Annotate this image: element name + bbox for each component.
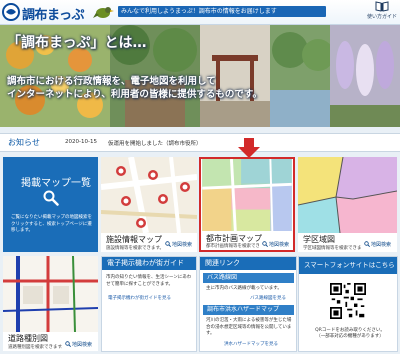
- bus-map-title[interactable]: バス路線図: [203, 273, 294, 283]
- signage-guide-text: 市内の知りたい情報を、生活シーンにあわせて簡単に探すことができます。: [106, 275, 192, 287]
- related-links-title: 関連リンク: [200, 257, 296, 270]
- book-icon: [375, 1, 389, 12]
- city-planning-map-search-button[interactable]: 地図検索: [258, 241, 292, 250]
- chofu-logo-icon[interactable]: [2, 3, 20, 21]
- facility-map-title: 施設情報マップ: [106, 235, 162, 244]
- road-classification-map-search-button[interactable]: 地図検索: [61, 341, 95, 350]
- facility-map-search-label: 地図検索: [171, 242, 192, 248]
- city-planning-map-thumbnail: [202, 159, 292, 231]
- school-district-map-thumbnail: [298, 157, 397, 233]
- school-district-map-search-button[interactable]: 地図検索: [360, 241, 394, 250]
- signage-guide-title[interactable]: 電子掲示機わが街ガイド: [102, 257, 196, 270]
- city-planning-map-tile[interactable]: 都市計画マップ 都市計画情報等を検索できます。: [199, 157, 295, 252]
- notice-label: お知らせ: [8, 138, 40, 147]
- bus-map-link[interactable]: バス路線図を見る: [250, 295, 286, 301]
- hazard-map-text: 河川の氾濫・大雨による被害等が生じた場合の浸水想定区域等の情報を公開しています。: [206, 318, 292, 336]
- school-district-map-tile[interactable]: 学区域図 学区域図情報等を検索できます。: [298, 157, 397, 252]
- bird-illustration: [93, 7, 114, 18]
- hazard-map-link[interactable]: 洪水ハザードマップを見る: [224, 341, 278, 347]
- hero-line-2: インターネットにより、利用者の皆様に提供するものです。: [7, 89, 262, 100]
- map-list-description: ご覧になりたい掲載マップの地図検索をクリックすると、検索トップページに遷移します…: [11, 215, 92, 233]
- notice-message[interactable]: 仮運用を開始しました（調布市役所）: [108, 139, 202, 147]
- site-header: 調布まっぷ みんなで利用しようまっぷ！調布市の情報をお届けします 使い方ガイド: [0, 0, 400, 25]
- hero-banner: 「調布まっぷ」とは… 調布市における行政情報を、電子地図を利用して インターネッ…: [0, 25, 400, 127]
- map-list-tile[interactable]: 掲載マップ一覧 ご覧になりたい掲載マップの地図検索をクリックすると、検索トップペ…: [3, 157, 98, 252]
- facility-map-desc: 施設情報等を検索できます。: [106, 246, 165, 251]
- smartphone-title[interactable]: スマートフォンサイトはこちら: [299, 257, 397, 274]
- hero-title: 「調布まっぷ」とは…: [7, 35, 147, 51]
- signage-guide-link[interactable]: 電子掲示機わが街ガイドを見る: [108, 295, 171, 301]
- qr-code-icon: [330, 283, 366, 319]
- road-classification-map-thumbnail: [3, 256, 98, 332]
- red-down-arrow-icon: [238, 138, 260, 158]
- search-icon: [364, 241, 370, 247]
- related-links-panel: 関連リンク バス路線図 主に市内のバス路線が載っています。 バス路線図を見る 調…: [199, 256, 297, 352]
- city-planning-map-search-label: 地図検索: [268, 242, 289, 248]
- facility-map-search-button[interactable]: 地図検索: [161, 241, 195, 250]
- notice-date: 2020-10-15: [65, 139, 97, 145]
- map-list-title: 掲載マップ一覧: [21, 178, 91, 189]
- usage-guide-label: 使い方ガイド: [366, 14, 397, 20]
- smartphone-panel: スマートフォンサイトはこちら QRコードをお読み取りください。（一部非対応の機種…: [298, 256, 398, 352]
- hero-description: 調布市における行政情報を、電子地図を利用して インターネットにより、利用者の皆様…: [7, 75, 287, 101]
- signage-guide-panel: 電子掲示機わが街ガイド 市内の知りたい情報を、生活シーンにあわせて簡単に探すこと…: [101, 256, 197, 352]
- facility-map-tile[interactable]: 施設情報マップ 施設情報等を検索できます。: [101, 157, 197, 252]
- road-classification-map-search-label: 地図検索: [71, 342, 92, 348]
- smartphone-caption: QRコードをお読み取りください。（一部非対応の機種があります）: [315, 328, 385, 339]
- page: 調布まっぷ みんなで利用しようまっぷ！調布市の情報をお届けします 使い方ガイド: [0, 0, 400, 354]
- search-icon: [165, 241, 171, 247]
- hero-line-1: 調布市における行政情報を、電子地図を利用して: [7, 76, 216, 87]
- bus-map-text: 主に市内のバス路線が載っています。: [206, 286, 282, 291]
- facility-map-thumbnail: [101, 157, 197, 233]
- search-icon: [65, 341, 71, 347]
- hazard-map-title[interactable]: 調布市洪水ハザードマップ: [203, 305, 294, 315]
- road-classification-map-title: 道路種別図: [8, 334, 48, 343]
- site-title[interactable]: 調布まっぷ: [22, 4, 84, 23]
- usage-guide-button[interactable]: 使い方ガイド: [366, 1, 398, 23]
- road-classification-map-tile[interactable]: 道路種別図 道路種別図を検索できます。: [3, 256, 98, 351]
- notice-bar: お知らせ 2020-10-15 仮運用を開始しました（調布市役所）: [0, 133, 400, 152]
- road-classification-map-desc: 道路種別図を検索できます。: [8, 345, 67, 350]
- school-district-map-search-label: 地図検索: [370, 242, 391, 248]
- search-icon: [262, 241, 268, 247]
- search-icon: [43, 190, 59, 206]
- school-district-map-title: 学区域図: [303, 235, 335, 244]
- header-tagline: みんなで利用しようまっぷ！調布市の情報をお届けします: [118, 6, 326, 17]
